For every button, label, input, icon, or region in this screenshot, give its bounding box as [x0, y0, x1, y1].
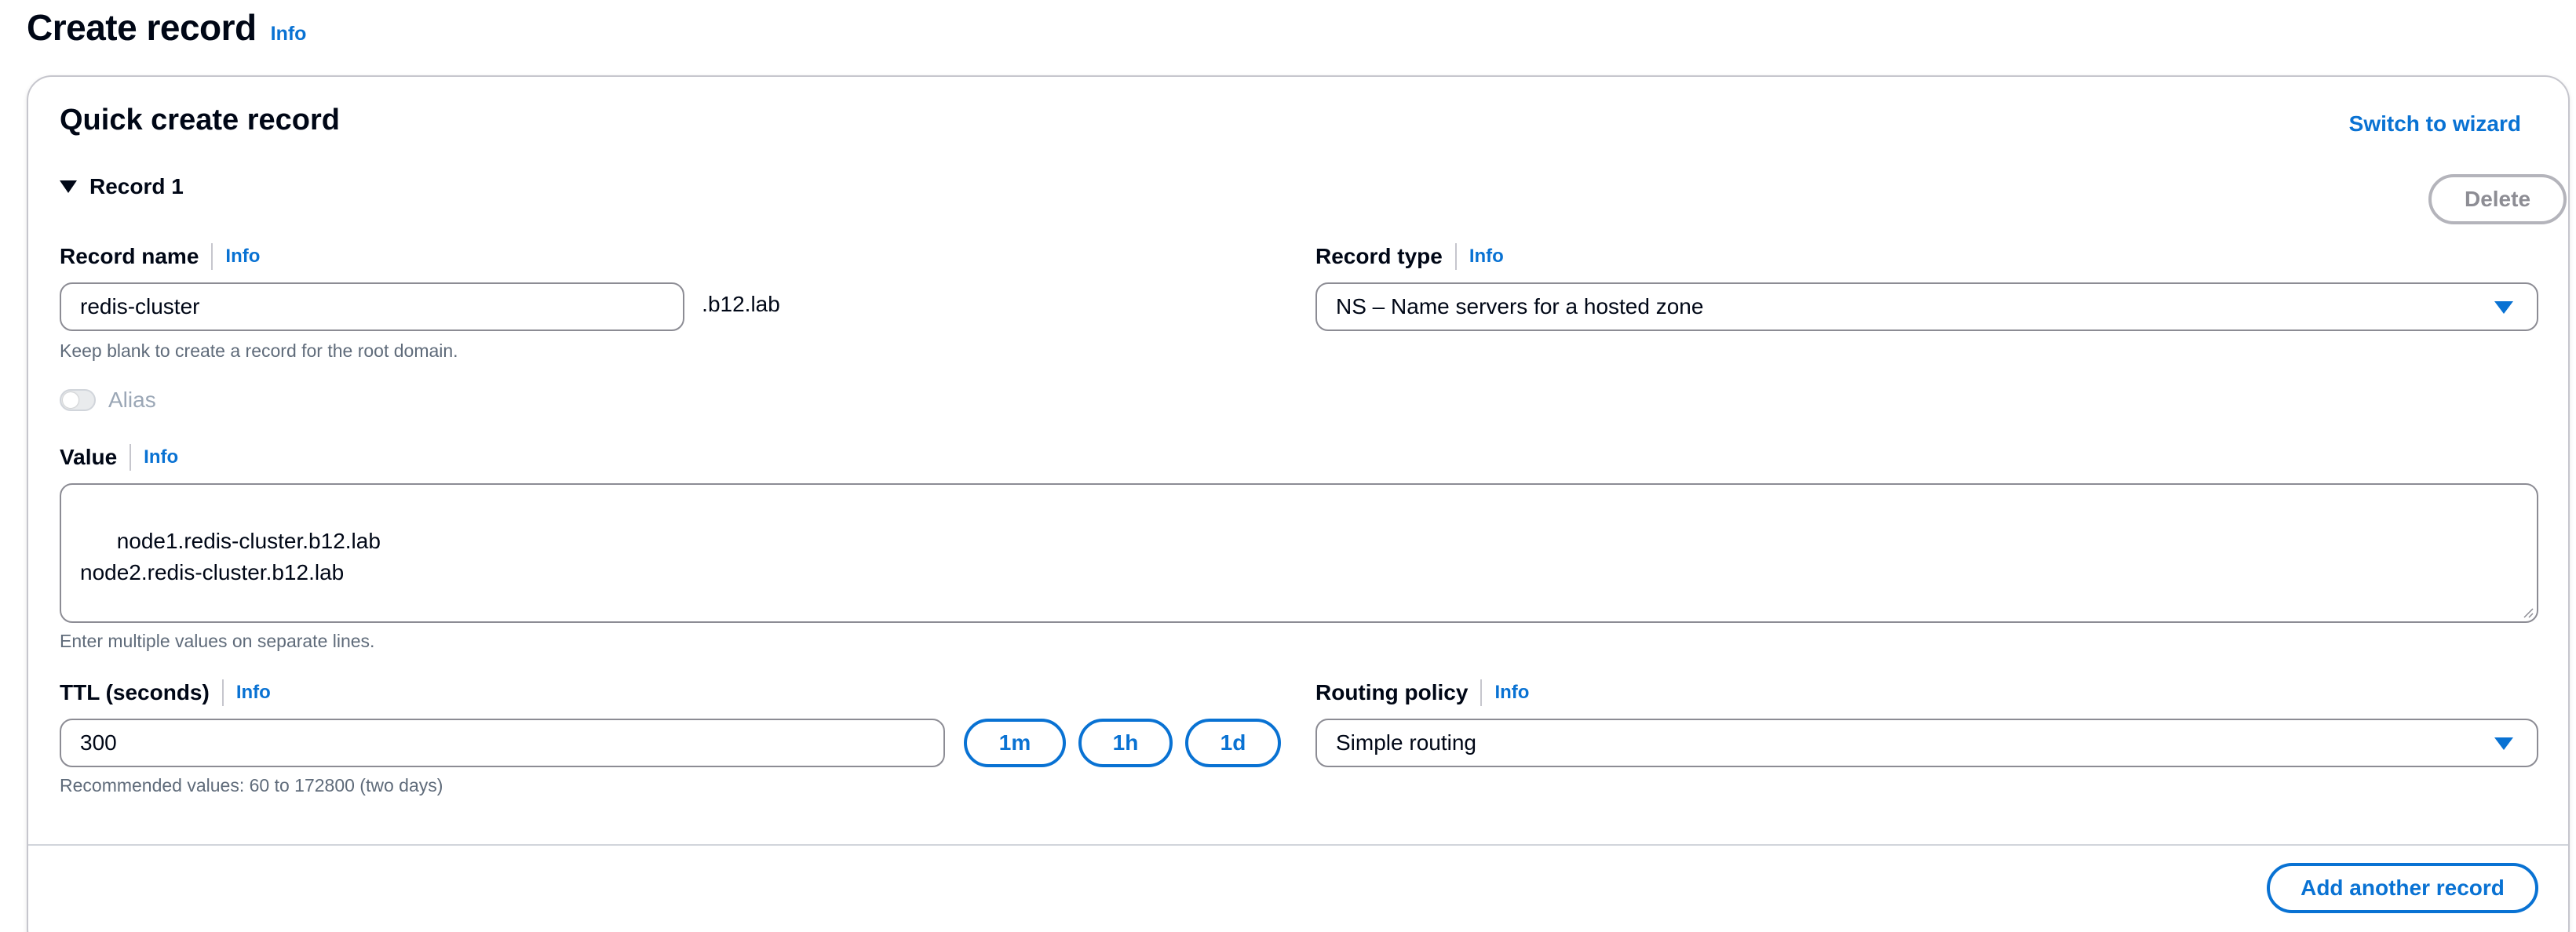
ttl-label-row: TTL (seconds) Info	[60, 679, 271, 706]
record-type-select[interactable]: NS – Name servers for a hosted zone	[1315, 282, 2538, 331]
caret-down-icon	[2494, 737, 2513, 750]
section-divider	[28, 844, 2568, 846]
record-1-label: Record 1	[89, 174, 184, 198]
record-type-label-row: Record type Info	[1315, 243, 1504, 270]
quick-create-panel: Quick create record Switch to wizard Rec…	[27, 75, 2570, 932]
routing-policy-select[interactable]: Simple routing	[1315, 719, 2538, 767]
alias-label: Alias	[108, 388, 156, 412]
record-name-hint: Keep blank to create a record for the ro…	[60, 340, 458, 361]
create-record-page: Create record Info Quick create record S…	[0, 0, 2576, 932]
record-1-expander[interactable]: Record 1	[60, 174, 184, 199]
page-header: Create record Info	[27, 6, 306, 49]
value-label: Value	[60, 445, 118, 469]
delete-button[interactable]: Delete	[2428, 174, 2567, 224]
alias-toggle-row: Alias	[60, 388, 156, 413]
ttl-1h-button[interactable]: 1h	[1078, 719, 1173, 767]
caret-down-icon	[2494, 301, 2513, 314]
record-type-label: Record type	[1315, 244, 1443, 268]
label-separator	[221, 679, 224, 706]
routing-policy-selected: Simple routing	[1336, 730, 1476, 755]
record-type-info-link[interactable]: Info	[1469, 246, 1504, 268]
ttl-label: TTL (seconds)	[60, 680, 210, 704]
add-another-record-button[interactable]: Add another record	[2267, 863, 2538, 913]
label-separator	[1480, 679, 1483, 706]
routing-policy-label: Routing policy	[1315, 680, 1469, 704]
ttl-input[interactable]: 300	[60, 719, 945, 767]
label-separator	[211, 243, 213, 270]
value-label-row: Value Info	[60, 444, 178, 471]
label-separator	[1454, 243, 1457, 270]
ttl-1d-button[interactable]: 1d	[1185, 719, 1281, 767]
page-title: Create record	[27, 7, 257, 48]
routing-policy-info-link[interactable]: Info	[1494, 682, 1529, 704]
resize-grip-icon[interactable]	[2521, 606, 2534, 618]
panel-title: Quick create record	[60, 104, 340, 137]
value-info-link[interactable]: Info	[144, 446, 178, 468]
ttl-info-link[interactable]: Info	[236, 682, 271, 704]
routing-policy-label-row: Routing policy Info	[1315, 679, 1529, 706]
ttl-1m-button[interactable]: 1m	[964, 719, 1066, 767]
record-name-input[interactable]: redis-cluster	[60, 282, 684, 331]
switch-to-wizard-link[interactable]: Switch to wizard	[2349, 111, 2521, 137]
value-text: node1.redis-cluster.b12.lab node2.redis-…	[80, 529, 381, 584]
record-type-selected: NS – Name servers for a hosted zone	[1336, 294, 1704, 319]
record-name-info-link[interactable]: Info	[225, 246, 260, 268]
alias-toggle[interactable]	[60, 389, 96, 411]
caret-down-icon	[60, 180, 77, 193]
toggle-knob	[63, 392, 78, 408]
value-hint: Enter multiple values on separate lines.	[60, 631, 375, 651]
record-name-label-row: Record name Info	[60, 243, 260, 270]
label-separator	[130, 444, 132, 471]
domain-suffix: .b12.lab	[702, 292, 780, 316]
ttl-hint: Recommended values: 60 to 172800 (two da…	[60, 775, 443, 795]
record-name-label: Record name	[60, 244, 199, 268]
page-info-link[interactable]: Info	[271, 23, 307, 46]
value-textarea[interactable]: node1.redis-cluster.b12.lab node2.redis-…	[60, 483, 2538, 623]
